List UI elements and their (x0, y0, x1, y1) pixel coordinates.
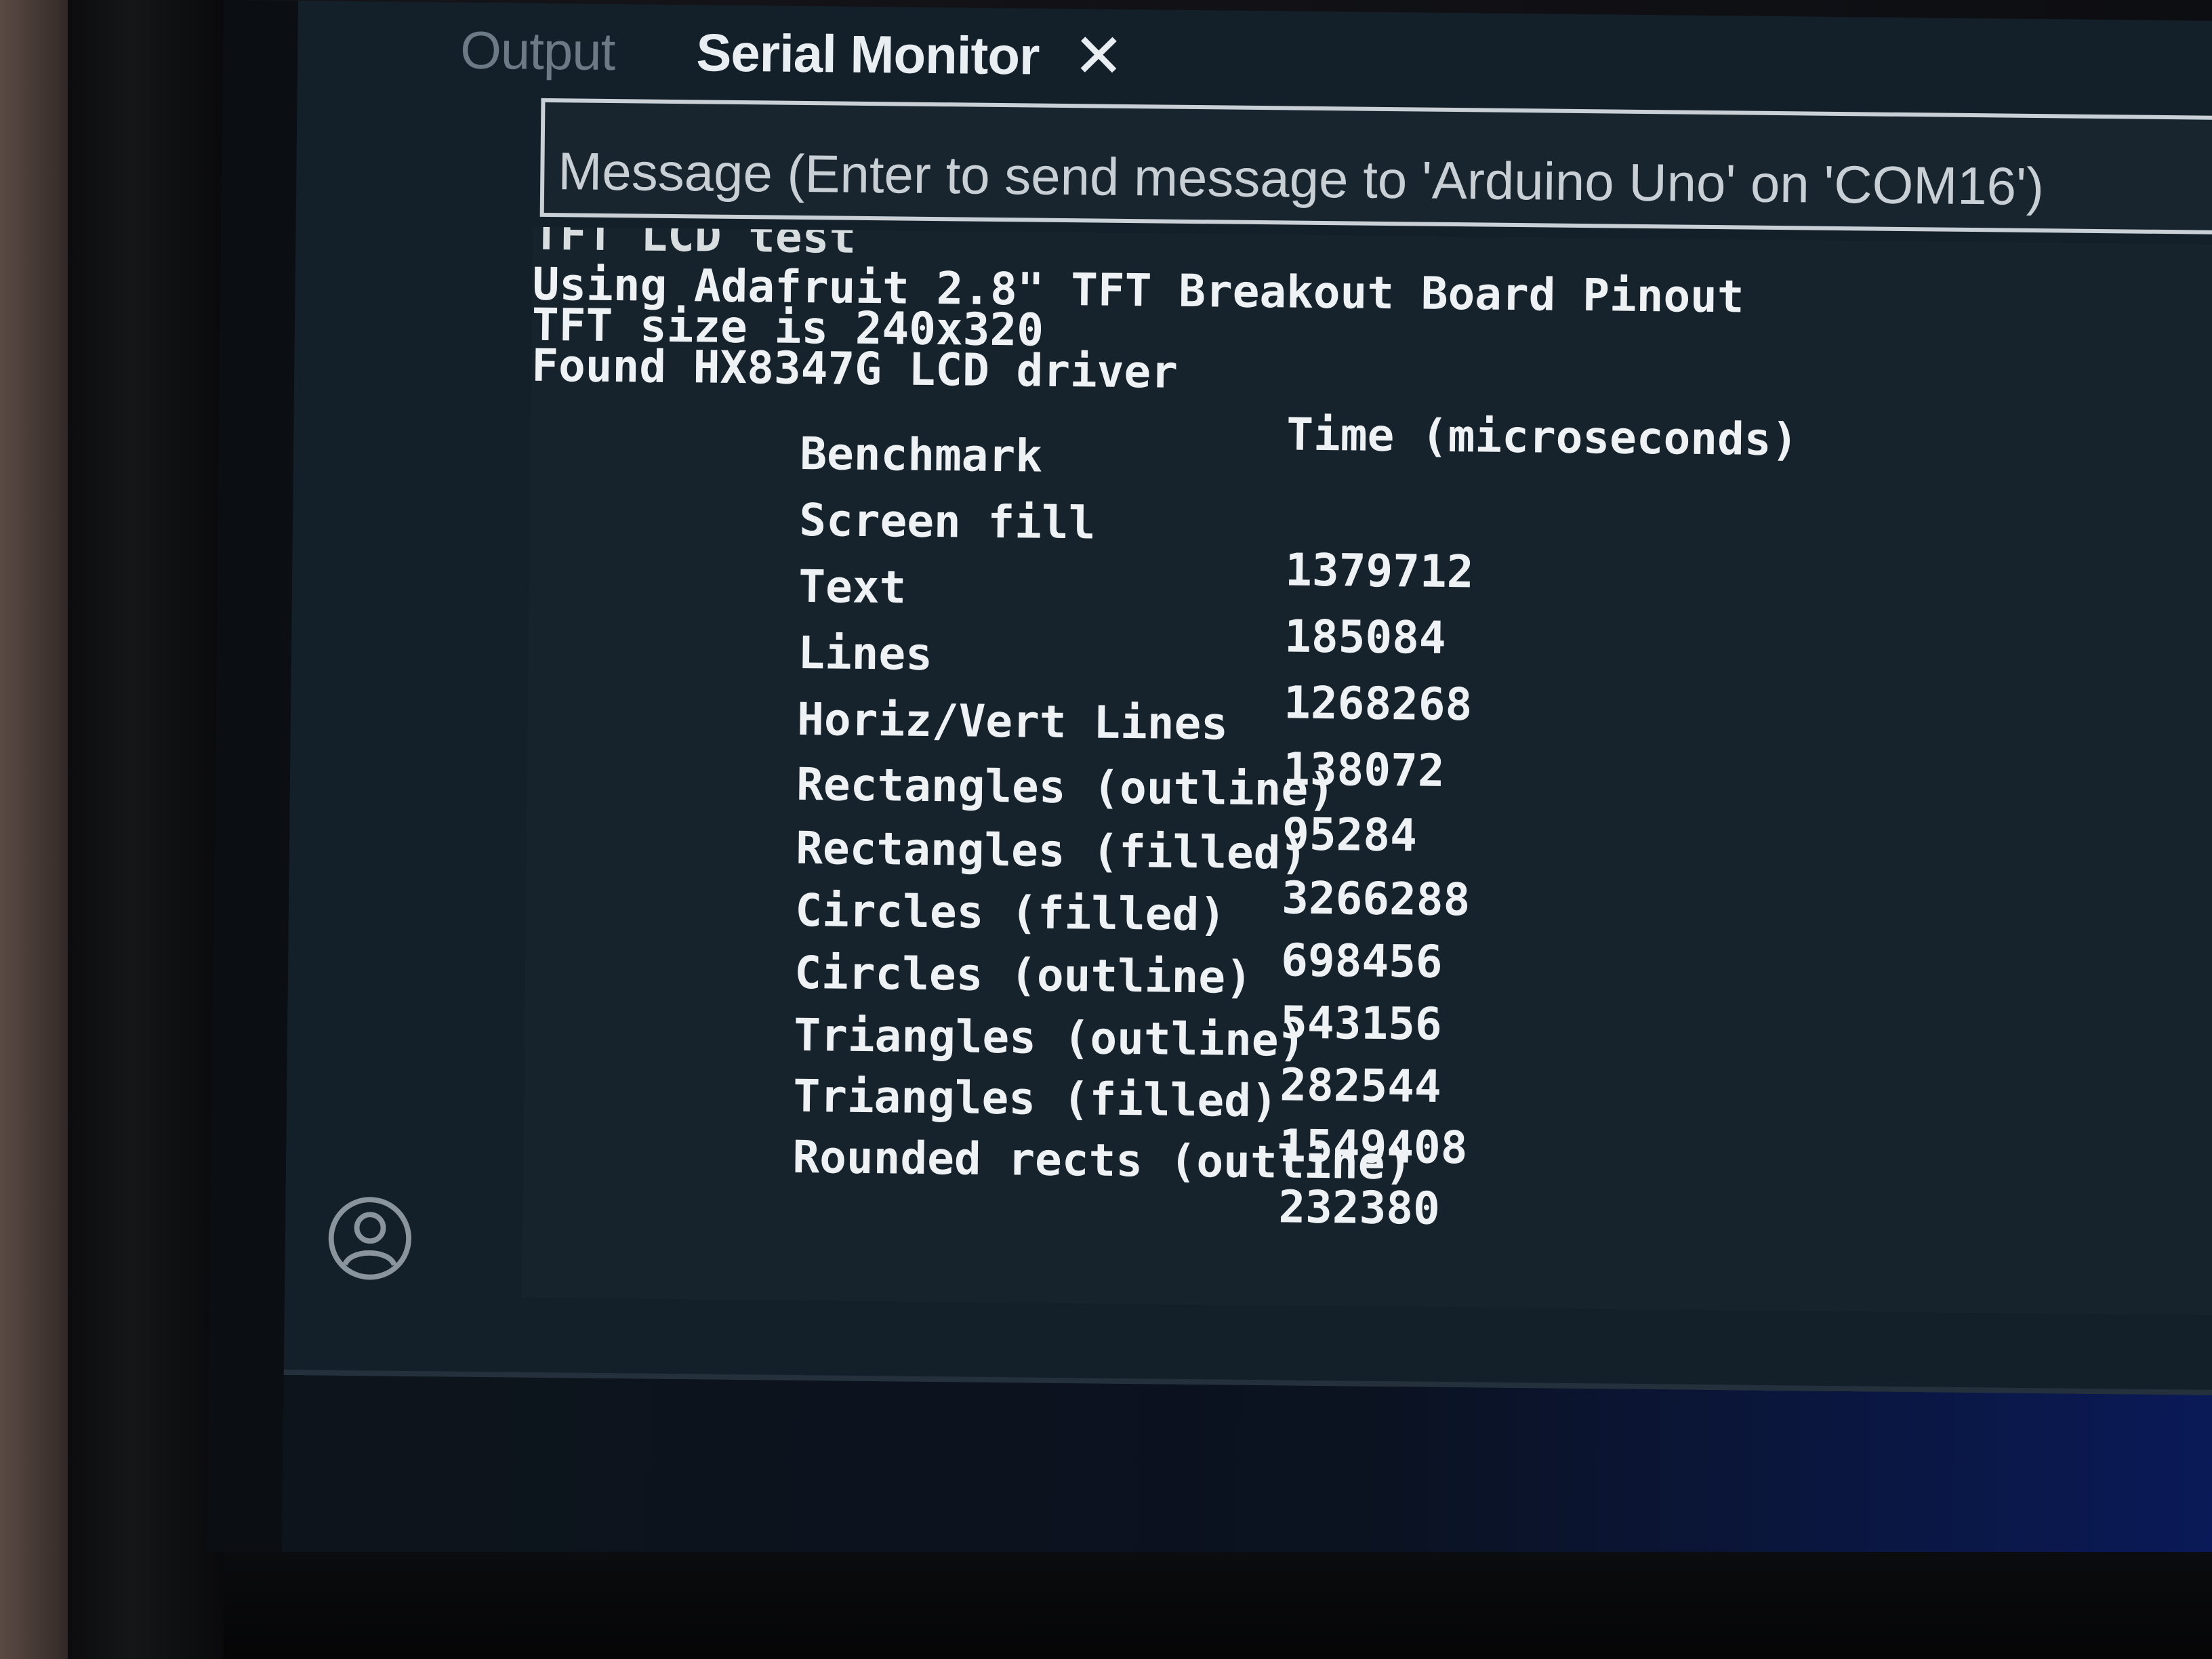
photo-scene: Output Serial Monitor ✕ TFT LCD test Usi… (0, 0, 2212, 1659)
benchmark-time: 185084 (1284, 610, 1447, 664)
benchmark-time: 3266288 (1281, 872, 1471, 926)
tab-output[interactable]: Output (460, 19, 615, 82)
monitor-bezel-left (68, 0, 224, 1659)
account-icon[interactable] (325, 1194, 414, 1283)
serial-monitor-panel: Output Serial Monitor ✕ TFT LCD test Usi… (283, 1, 2212, 1391)
serial-output: TFT LCD test Using Adafruit 2.8" TFT Bre… (521, 226, 2212, 1317)
close-icon[interactable]: ✕ (1073, 22, 1124, 91)
benchmark-header-time: Time (microseconds) (1286, 408, 1799, 466)
status-strip (282, 1375, 2212, 1574)
serial-message-input[interactable] (539, 98, 2212, 237)
benchmark-time: 1379712 (1284, 544, 1474, 598)
tab-serial-monitor[interactable]: Serial Monitor (696, 22, 1040, 87)
benchmark-time: 232380 (1278, 1181, 1441, 1235)
ide-window: Output Serial Monitor ✕ TFT LCD test Usi… (207, 0, 2212, 1574)
output-line-clipped: TFT LCD test (533, 226, 857, 264)
panel-tabs: Output Serial Monitor ✕ (460, 9, 1125, 98)
monitor-bezel-bottom (224, 1552, 2212, 1659)
benchmark-time: 1268268 (1283, 676, 1473, 731)
benchmark-row-clipped: Rounded rects (outline) 232380 (522, 1088, 1440, 1276)
